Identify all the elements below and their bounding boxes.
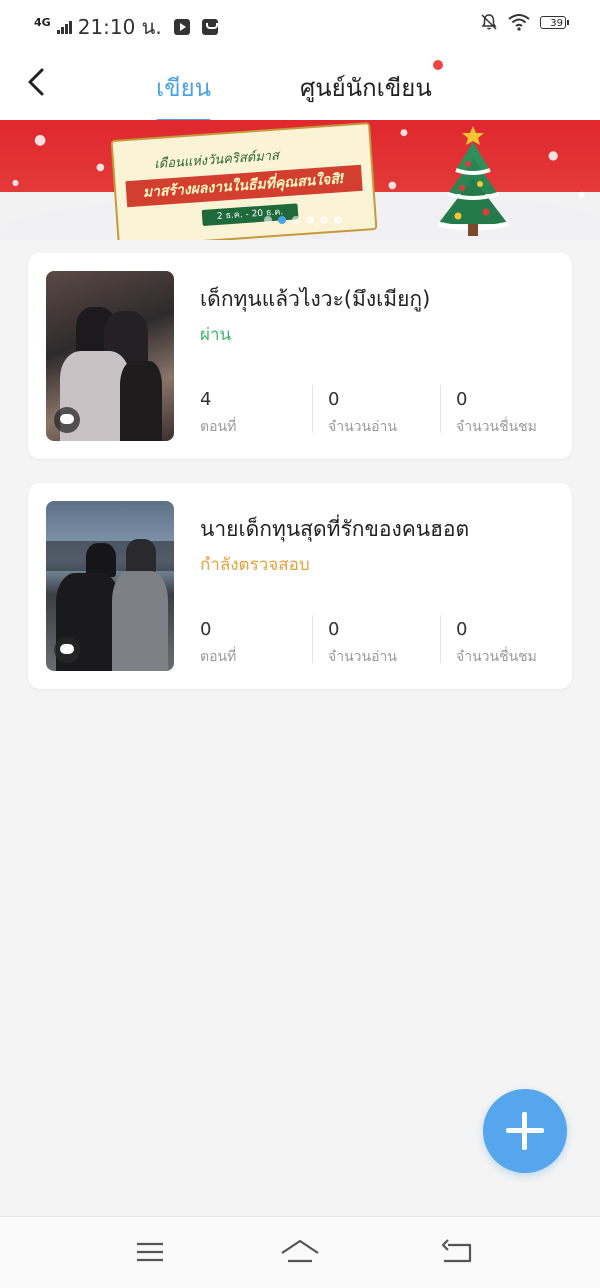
comment-icon xyxy=(54,407,80,433)
story-title[interactable]: เด็กทุนแล้วไงวะ(มึงเมียกู) xyxy=(200,283,430,316)
stat-likes: 0 จำนวนชื่นชม xyxy=(456,389,537,438)
tab-write[interactable]: เขียน xyxy=(156,68,212,123)
christmas-tree-icon xyxy=(437,126,509,236)
stat-reads: 0 จำนวนอ่าน xyxy=(328,389,397,438)
snow-icon: ● xyxy=(388,180,397,191)
comment-icon xyxy=(54,637,80,663)
snow-icon: ● xyxy=(34,132,47,148)
snow-icon: ● xyxy=(96,162,105,173)
snow-icon: ● xyxy=(400,128,408,138)
stat-label: ตอนที่ xyxy=(200,419,237,435)
stat-label: จำนวนอ่าน xyxy=(328,419,397,435)
status-bar: 4G 21:10 น. 39 xyxy=(0,0,600,46)
signal-icon xyxy=(56,20,72,34)
stat-likes: 0 จำนวนชื่นชม xyxy=(456,619,537,668)
pagination-dot[interactable] xyxy=(306,216,314,224)
notification-dot xyxy=(433,60,443,70)
cover-figure xyxy=(120,361,162,441)
stat-label: จำนวนชื่นชม xyxy=(456,419,537,435)
snow-icon: ● xyxy=(578,190,585,199)
promo-banner[interactable]: ● ● ● ● ● ● ● เดือนแห่งวันคริสต์มาส มาสร… xyxy=(0,120,600,240)
add-story-button[interactable] xyxy=(483,1089,567,1173)
story-cover-image[interactable] xyxy=(46,271,174,441)
stat-chapters: 0 ตอนที่ xyxy=(200,619,236,668)
status-right: 39 xyxy=(480,13,569,31)
story-status: ผ่าน xyxy=(200,325,232,345)
stat-chapters: 4 ตอนที่ xyxy=(200,389,236,438)
stat-label: จำนวนชื่นชม xyxy=(456,649,537,665)
stat-value: 4 xyxy=(200,389,212,410)
snow-icon: ● xyxy=(12,178,19,187)
youtube-icon xyxy=(173,19,190,35)
stat-label: จำนวนอ่าน xyxy=(328,649,397,665)
home-icon[interactable] xyxy=(278,1235,322,1269)
back-icon[interactable] xyxy=(434,1235,478,1269)
pagination-dot[interactable] xyxy=(264,216,272,224)
system-nav-bar xyxy=(0,1216,600,1288)
stat-reads: 0 จำนวนอ่าน xyxy=(328,619,397,668)
stat-label: ตอนที่ xyxy=(200,649,237,665)
shopping-bag-icon xyxy=(201,19,218,35)
pagination-dot-active[interactable] xyxy=(278,216,286,224)
header: เขียน ศูนย์นักเขียน xyxy=(0,46,600,123)
stat-value: 0 xyxy=(200,619,212,640)
cover-figure xyxy=(86,543,116,577)
story-card[interactable]: เด็กทุนแล้วไงวะ(มึงเมียกู) ผ่าน 4 ตอนที่… xyxy=(28,253,572,459)
banner-title: เดือนแห่งวันคริสต์มาส xyxy=(153,148,280,173)
divider xyxy=(440,615,441,663)
status-time: 21:10 น. xyxy=(77,15,162,39)
stat-value: 0 xyxy=(456,389,468,410)
stat-value: 0 xyxy=(328,619,340,640)
cover-figure xyxy=(112,571,168,671)
story-cover-image[interactable] xyxy=(46,501,174,671)
divider xyxy=(312,385,313,433)
cover-figure xyxy=(126,539,156,573)
divider xyxy=(440,385,441,433)
stat-value: 0 xyxy=(456,619,468,640)
pagination-dot[interactable] xyxy=(334,216,342,224)
banner-pagination xyxy=(264,216,342,224)
story-card[interactable]: นายเด็กทุนสุดที่รักของคนฮอต กำลังตรวจสอบ… xyxy=(28,483,572,689)
snow-icon: ● xyxy=(548,148,559,162)
back-arrow-icon[interactable] xyxy=(22,64,52,100)
network-type: 4G xyxy=(34,16,51,29)
battery-icon: 39 xyxy=(540,15,569,29)
bell-off-icon xyxy=(481,14,497,30)
wifi-icon xyxy=(508,14,530,31)
tab-writer-center[interactable]: ศูนย์นักเขียน xyxy=(300,68,432,107)
pagination-dot[interactable] xyxy=(320,216,328,224)
tab-write-label: เขียน xyxy=(156,74,212,102)
divider xyxy=(312,615,313,663)
story-title[interactable]: นายเด็กทุนสุดที่รักของคนฮอต xyxy=(200,513,469,546)
menu-icon[interactable] xyxy=(128,1235,172,1269)
story-status: กำลังตรวจสอบ xyxy=(200,555,310,575)
status-left: 4G 21:10 น. xyxy=(34,11,218,43)
tab-writer-center-label: ศูนย์นักเขียน xyxy=(300,74,432,102)
pagination-dot[interactable] xyxy=(292,216,300,224)
stat-value: 0 xyxy=(328,389,340,410)
